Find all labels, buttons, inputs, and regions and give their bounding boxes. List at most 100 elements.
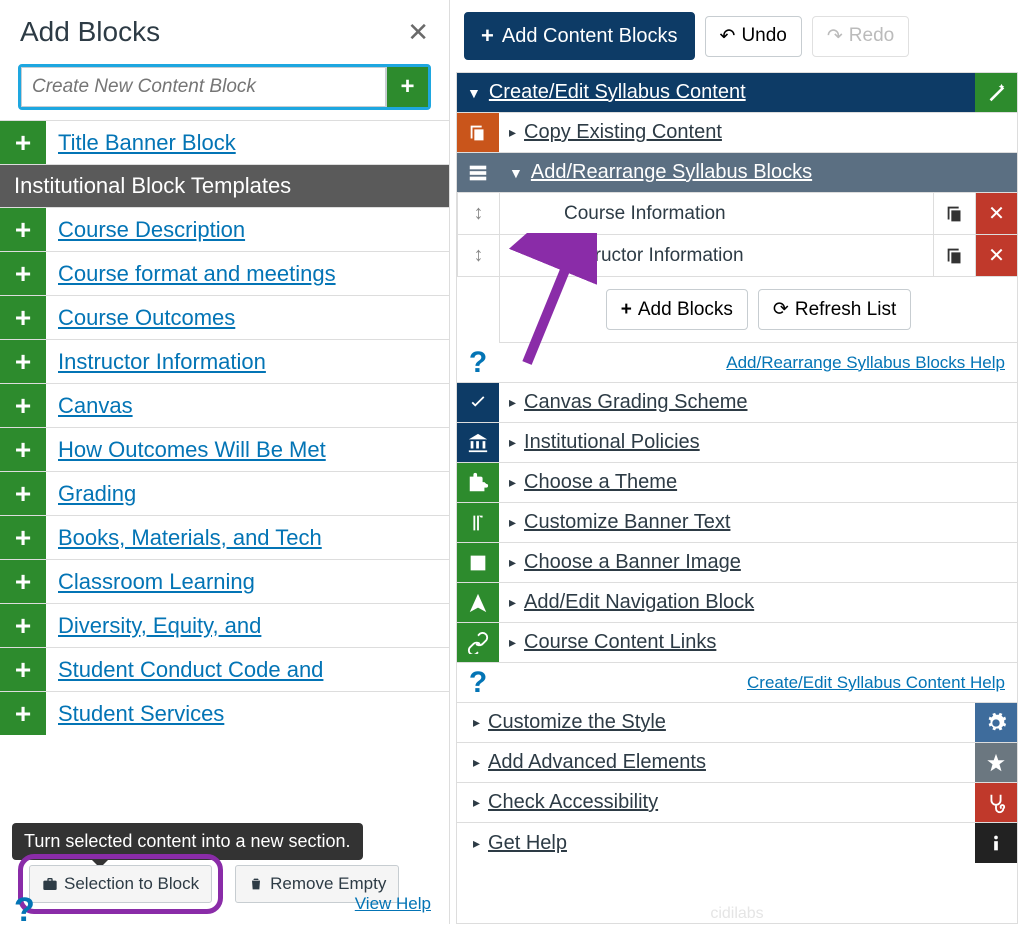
customize-style-link[interactable]: Customize the Style	[488, 711, 666, 734]
institutional-row[interactable]: ▸ Institutional Policies	[457, 423, 1017, 463]
gear-icon	[975, 703, 1017, 742]
create-edit-help-link[interactable]: Create/Edit Syllabus Content Help	[747, 673, 1005, 692]
title-banner-block[interactable]: Title Banner Block	[46, 121, 449, 164]
copy-existing-link[interactable]: Copy Existing Content	[524, 121, 722, 144]
add-blocks-button[interactable]: + Add Blocks	[606, 289, 748, 330]
template-link[interactable]: Course Outcomes	[46, 296, 449, 339]
caret-right-icon: ▸	[509, 514, 516, 531]
stethoscope-icon	[975, 783, 1017, 822]
check-icon	[457, 383, 499, 422]
add-rearrange-link[interactable]: Add/Rearrange Syllabus Blocks	[531, 161, 812, 184]
view-help-link[interactable]: View Help	[355, 894, 431, 914]
plus-icon[interactable]: +	[0, 296, 46, 339]
drag-handle-icon[interactable]: ↕	[458, 193, 500, 234]
caret-right-icon: ▸	[473, 794, 480, 811]
caret-right-icon: ▸	[509, 394, 516, 411]
canvas-grading-link[interactable]: Canvas Grading Scheme	[524, 391, 747, 414]
rearrange-help-link[interactable]: Add/Rearrange Syllabus Blocks Help	[726, 353, 1005, 372]
caret-right-icon: ▸	[473, 714, 480, 731]
panel-title: Add Blocks	[20, 16, 160, 48]
accessibility-row[interactable]: ▸ Check Accessibility	[457, 783, 1017, 823]
banner-text-link[interactable]: Customize Banner Text	[524, 511, 730, 534]
star-icon	[975, 743, 1017, 782]
banner-image-link[interactable]: Choose a Banner Image	[524, 551, 741, 574]
instructor-info-block[interactable]: Instructor Information	[500, 235, 933, 276]
content-links-link[interactable]: Course Content Links	[524, 631, 716, 654]
banner-image-row[interactable]: ▸Choose a Banner Image	[457, 543, 1017, 583]
template-link[interactable]: Classroom Learning	[46, 560, 449, 603]
delete-button[interactable]: ✕	[975, 235, 1017, 276]
plus-icon[interactable]: +	[0, 340, 46, 383]
customize-style-row[interactable]: ▸ Customize the Style	[457, 703, 1017, 743]
plus-icon[interactable]: +	[0, 560, 46, 603]
undo-icon: ↶	[720, 25, 736, 48]
redo-icon: ↷	[827, 25, 843, 48]
watermark: cidilabs	[710, 905, 763, 923]
selection-to-block-button[interactable]: Selection to Block	[29, 865, 212, 903]
create-edit-link[interactable]: Create/Edit Syllabus Content	[489, 81, 746, 104]
help-icon[interactable]: ?	[457, 666, 499, 700]
close-icon[interactable]: ✕	[407, 17, 429, 48]
content-links-row[interactable]: ▸ Course Content Links	[457, 623, 1017, 663]
institutional-link[interactable]: Institutional Policies	[524, 431, 700, 454]
caret-down-icon: ▼	[467, 85, 481, 101]
plus-icon[interactable]: +	[0, 208, 46, 251]
help-icon[interactable]: ?	[457, 346, 499, 380]
copy-icon[interactable]	[933, 193, 975, 234]
drag-handle-icon[interactable]: ↕	[458, 235, 500, 276]
get-help-row[interactable]: ▸Get Help	[457, 823, 1017, 863]
template-link[interactable]: Grading	[46, 472, 449, 515]
course-info-block[interactable]: Course Information	[500, 193, 933, 234]
plus-icon[interactable]: +	[0, 692, 46, 735]
template-link[interactable]: Student Services	[46, 692, 449, 735]
redo-button[interactable]: ↷ Redo	[812, 16, 909, 57]
template-link[interactable]: Instructor Information	[46, 340, 449, 383]
caret-right-icon: ▸	[509, 594, 516, 611]
template-link[interactable]: Books, Materials, and Tech	[46, 516, 449, 559]
plus-icon[interactable]: +	[0, 648, 46, 691]
advanced-row[interactable]: ▸ Add Advanced Elements	[457, 743, 1017, 783]
canvas-grading-row[interactable]: ▸ Canvas Grading Scheme	[457, 383, 1017, 423]
delete-button[interactable]: ✕	[975, 193, 1017, 234]
plus-icon[interactable]: +	[0, 428, 46, 471]
plus-icon[interactable]: +	[0, 384, 46, 427]
template-link[interactable]: Course Description	[46, 208, 449, 251]
new-block-input[interactable]	[21, 67, 386, 107]
template-link[interactable]: How Outcomes Will Be Met	[46, 428, 449, 471]
plus-icon[interactable]: +	[0, 604, 46, 647]
institution-icon	[457, 423, 499, 462]
syllabus-builder-panel: + Add Content Blocks ↶ Undo ↷ Redo ▼ Cre…	[450, 0, 1024, 924]
image-icon	[457, 543, 499, 582]
help-icon[interactable]: ?	[14, 891, 35, 930]
add-block-button[interactable]: +	[386, 67, 428, 107]
nav-block-row[interactable]: ▸ Add/Edit Navigation Block	[457, 583, 1017, 623]
plus-icon[interactable]: +	[0, 252, 46, 295]
template-link[interactable]: Diversity, Equity, and	[46, 604, 449, 647]
plus-icon[interactable]: +	[0, 121, 46, 164]
advanced-link[interactable]: Add Advanced Elements	[488, 751, 706, 774]
template-link[interactable]: Canvas	[46, 384, 449, 427]
caret-right-icon: ▸	[473, 754, 480, 771]
copy-icon[interactable]	[933, 235, 975, 276]
get-help-link[interactable]: Get Help	[488, 832, 567, 855]
add-content-blocks-button[interactable]: + Add Content Blocks	[464, 12, 695, 60]
add-rearrange-row[interactable]: ▼ Add/Rearrange Syllabus Blocks	[457, 153, 1017, 193]
choose-theme-row[interactable]: ▸Choose a Theme	[457, 463, 1017, 503]
caret-right-icon: ▸	[509, 634, 516, 651]
template-link[interactable]: Course format and meetings	[46, 252, 449, 295]
refresh-list-button[interactable]: ⟳ Refresh List	[758, 289, 911, 330]
banner-text-row[interactable]: ▸ Customize Banner Text	[457, 503, 1017, 543]
magic-wand-icon[interactable]	[975, 73, 1017, 112]
create-edit-section[interactable]: ▼ Create/Edit Syllabus Content	[457, 73, 1017, 113]
nav-block-link[interactable]: Add/Edit Navigation Block	[524, 591, 754, 614]
choose-theme-link[interactable]: Choose a Theme	[524, 471, 677, 494]
undo-button[interactable]: ↶ Undo	[705, 16, 802, 57]
copy-existing-row[interactable]: ▸ Copy Existing Content	[457, 113, 1017, 153]
paragraph-icon	[457, 503, 499, 542]
template-link[interactable]: Student Conduct Code and	[46, 648, 449, 691]
caret-right-icon: ▸	[509, 434, 516, 451]
plus-icon[interactable]: +	[0, 472, 46, 515]
plus-icon[interactable]: +	[0, 516, 46, 559]
accessibility-link[interactable]: Check Accessibility	[488, 791, 658, 814]
caret-right-icon: ▸	[509, 124, 516, 141]
